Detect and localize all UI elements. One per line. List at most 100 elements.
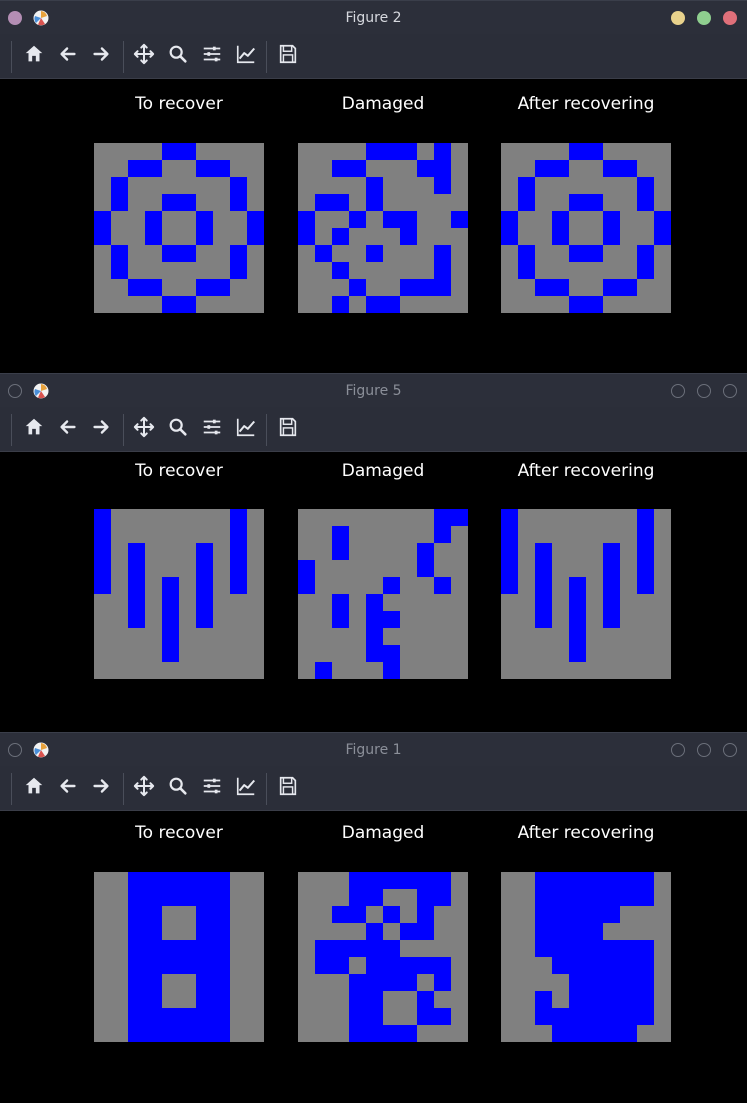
pixel-cell [552,177,570,195]
pixel-cell [552,228,570,246]
pixel-cell [603,509,621,527]
window-close-button[interactable] [723,743,737,757]
toolbar-button-save[interactable] [273,41,303,71]
pixel-cell [451,543,468,561]
pixel-cell [179,645,197,663]
home-icon [23,775,45,801]
pixel-cell [332,296,350,313]
pixel-cell [366,160,384,178]
pixel-cell [145,889,163,907]
pixel-cell [213,279,231,297]
toolbar-button-home[interactable] [19,414,49,444]
pixel-cell [332,160,350,178]
pixel-cell [366,194,384,212]
toolbar-button-home[interactable] [19,41,49,71]
pixel-cell [552,872,570,890]
toolbar-button-back[interactable] [53,414,83,444]
window-title: Figure 1 [345,742,402,758]
toolbar-button-customize[interactable] [231,41,261,71]
pixel-cell [111,974,129,992]
pixel-cell [145,228,163,246]
window-maximize-button[interactable] [697,743,711,757]
pixel-cell [111,262,129,280]
pixel-cell [400,645,418,663]
pixel-cell [332,889,350,907]
pixel-cell [332,1008,350,1026]
window-titlebar[interactable]: Figure 5 [0,373,747,407]
pixel-cell [179,279,197,297]
pixel-cell [213,662,231,679]
toolbar-button-subplots[interactable] [197,414,227,444]
toolbar-separator [123,41,124,73]
pixel-cell [603,1025,621,1042]
pixel-cell [654,611,671,629]
window-close-button[interactable] [723,11,737,25]
toolbar-button-back[interactable] [53,41,83,71]
pixel-cell [179,906,197,924]
pixel-cell [654,296,671,313]
pixel-cell [366,279,384,297]
toolbar-button-subplots[interactable] [197,773,227,803]
pixel-cell [196,160,214,178]
pixel-cell [417,211,435,229]
pixel-cell [400,594,418,612]
pixel-cell [366,662,384,679]
pixel-cell [620,957,638,975]
toolbar-button-forward[interactable] [86,41,116,71]
pixel-cell [383,1008,401,1026]
window-minimize-button[interactable] [671,11,685,25]
toolbar-button-forward[interactable] [86,414,116,444]
window-maximize-button[interactable] [697,384,711,398]
toolbar-button-forward[interactable] [86,773,116,803]
pixel-cell [518,577,536,595]
pixel-cell [366,560,384,578]
pixel-cell [451,228,468,246]
pixel-cell [400,957,418,975]
window-titlebar[interactable]: Figure 2 [0,0,747,34]
toolbar-button-back[interactable] [53,773,83,803]
pixel-cell [162,1025,180,1042]
pixel-cell [417,991,435,1009]
pixel-cell [179,991,197,1009]
toolbar-button-customize[interactable] [231,414,261,444]
toolbar-button-zoom[interactable] [163,41,193,71]
pixel-cell [145,560,163,578]
pixel-cell [535,889,553,907]
window-close-button[interactable] [723,384,737,398]
pixel-cell [501,1008,519,1026]
pixel-cell [518,1025,536,1042]
toolbar-button-customize[interactable] [231,773,261,803]
window-minimize-button[interactable] [671,384,685,398]
pixel-cell [128,594,146,612]
pixel-cell [434,594,452,612]
pixel-cell [145,577,163,595]
pixel-cell [637,143,655,161]
pixel-cell [145,509,163,527]
window-minimize-button[interactable] [671,743,685,757]
toolbar-button-zoom[interactable] [163,773,193,803]
toolbar-button-pan[interactable] [129,414,159,444]
toolbar-button-pan[interactable] [129,41,159,71]
toolbar-button-home[interactable] [19,773,49,803]
pixel-cell [620,143,638,161]
window-titlebar[interactable]: Figure 1 [0,732,747,766]
pixel-cell [349,991,367,1009]
pixel-cell [400,611,418,629]
pixel-cell [603,1008,621,1026]
toolbar-button-pan[interactable] [129,773,159,803]
pixel-cell [196,957,214,975]
toolbar-button-save[interactable] [273,773,303,803]
toolbar-button-zoom[interactable] [163,414,193,444]
navigation-toolbar [0,766,747,811]
pixel-cell [162,160,180,178]
pixel-cell [128,194,146,212]
window-maximize-button[interactable] [697,11,711,25]
toolbar-button-subplots[interactable] [197,41,227,71]
pixel-cell [332,611,350,629]
pixel-cell [145,923,163,941]
pixel-cell [451,923,468,941]
pixel-cell [654,228,671,246]
pixel-cell [417,889,435,907]
pixel-cell [586,594,604,612]
toolbar-button-save[interactable] [273,414,303,444]
